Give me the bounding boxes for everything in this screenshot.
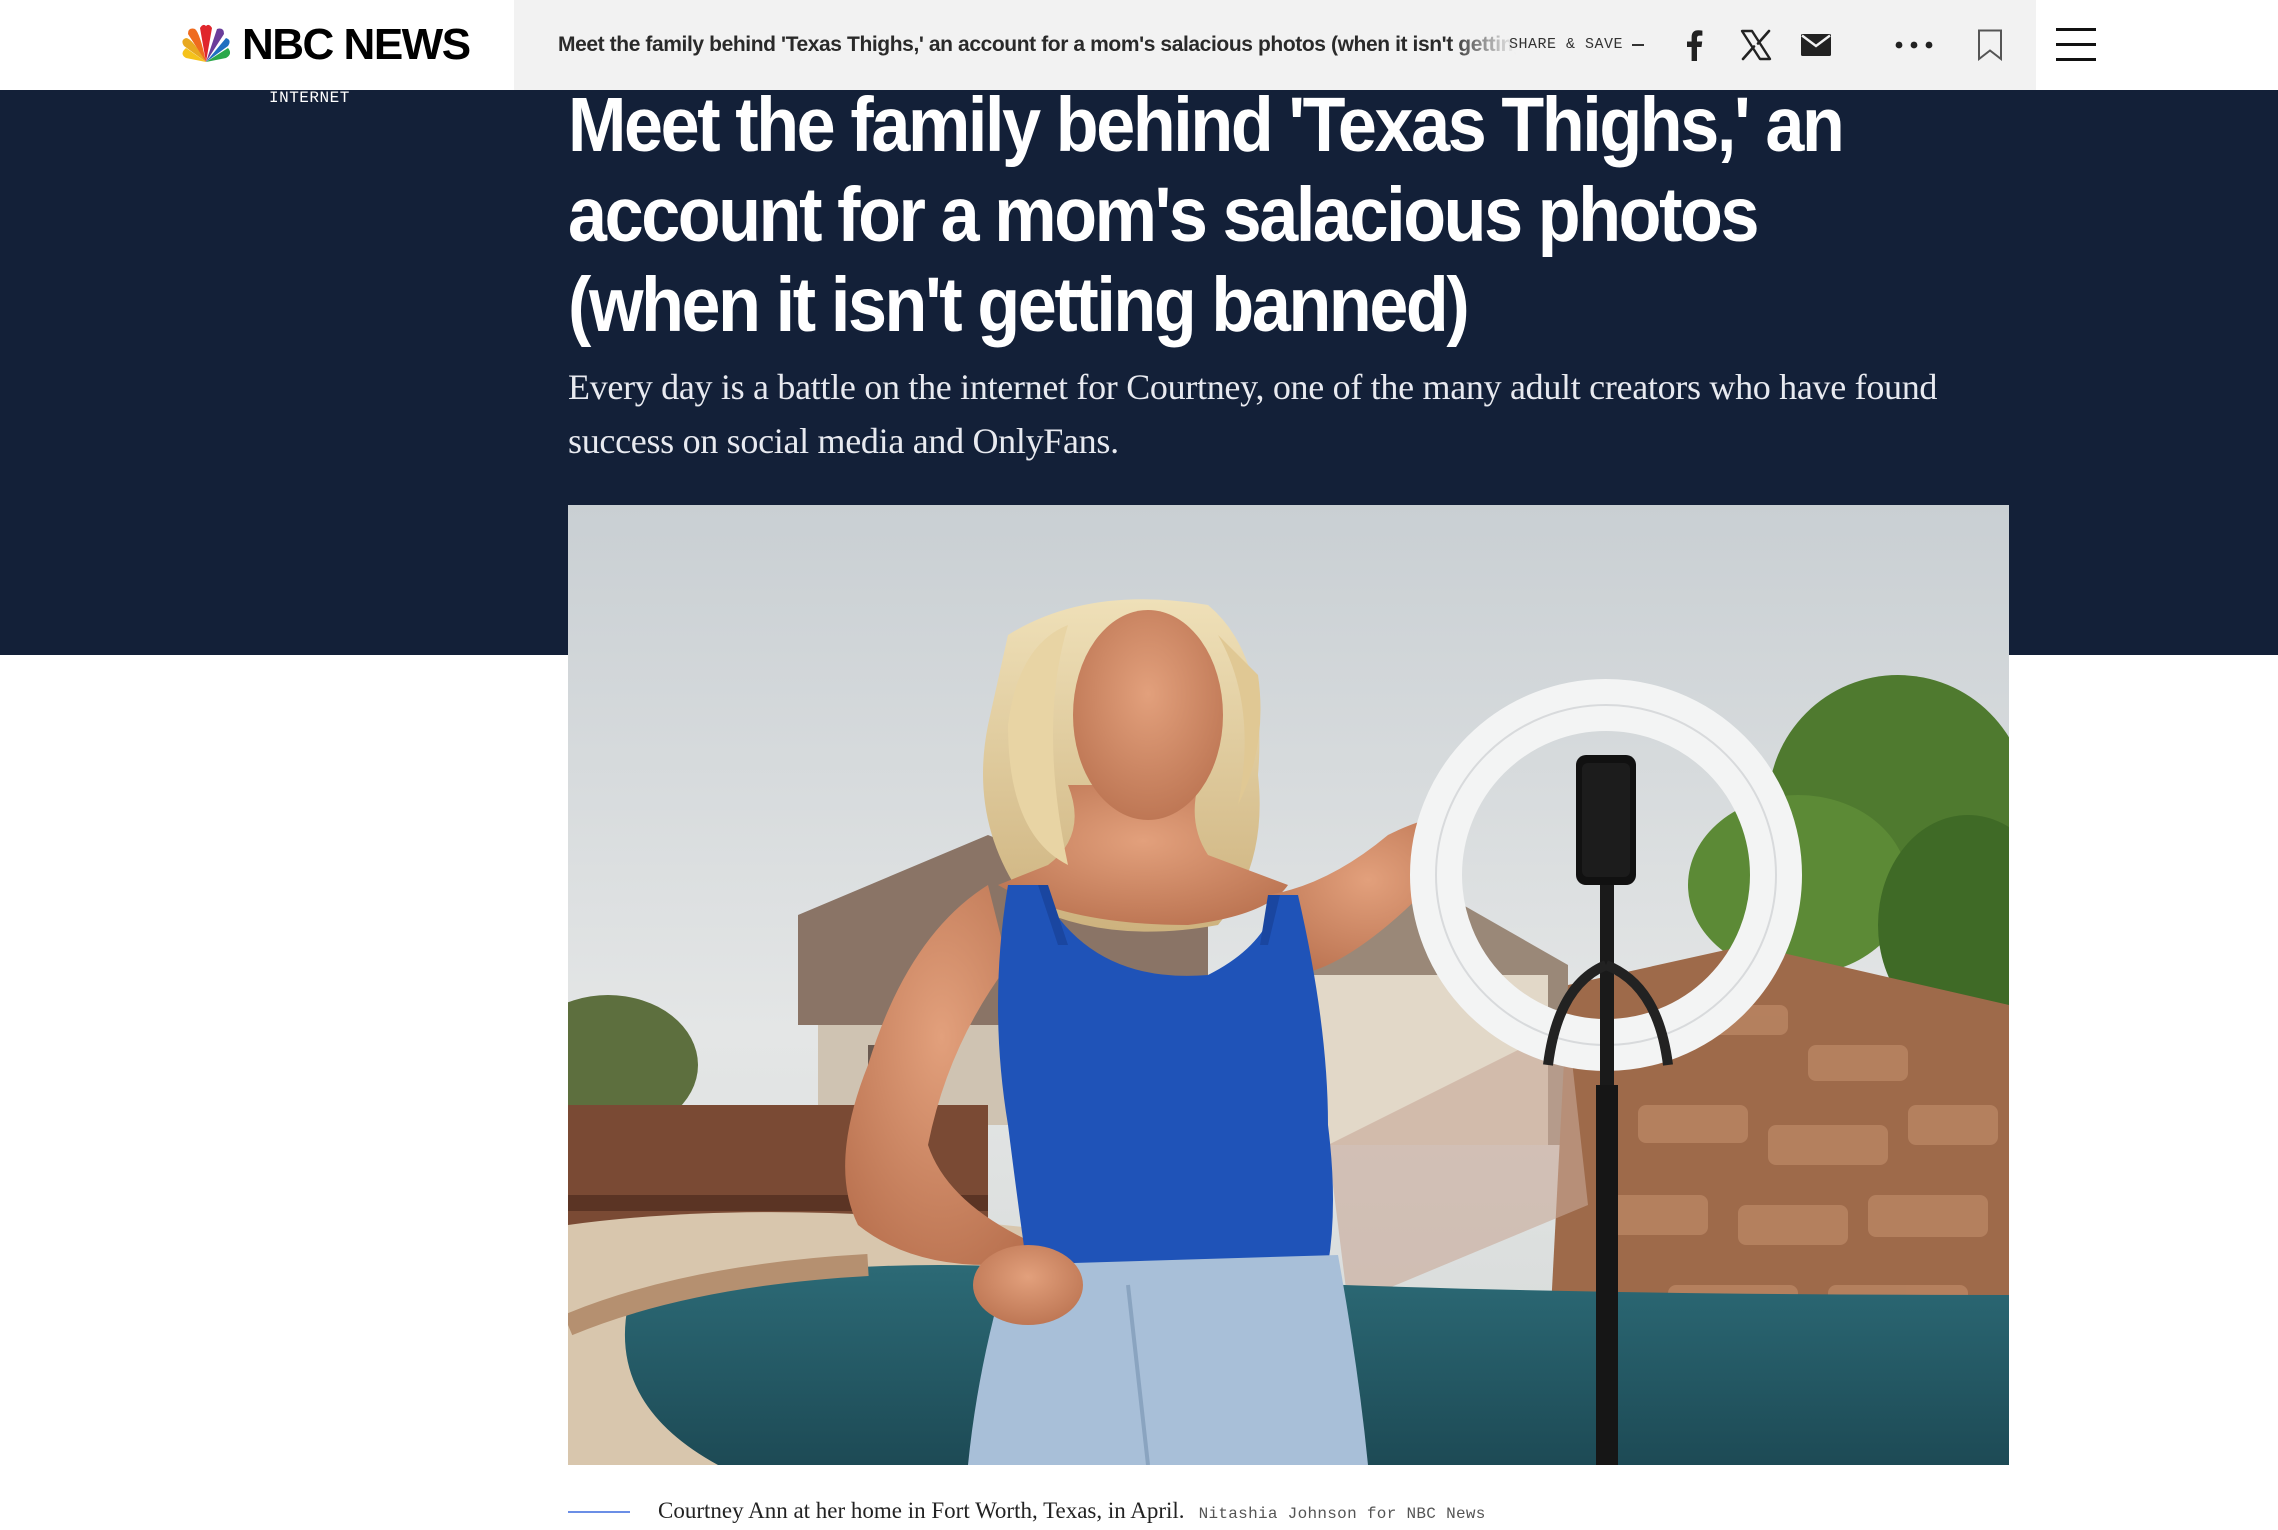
x-icon: [1740, 29, 1772, 61]
facebook-share-button[interactable]: [1674, 20, 1714, 70]
top-header: NBC NEWS Meet the family behind 'Texas T…: [0, 0, 2278, 90]
caption-rule: [568, 1511, 630, 1513]
more-icon: [1895, 41, 1933, 49]
hero-image: [568, 505, 2009, 1465]
x-share-button[interactable]: [1736, 20, 1776, 70]
save-bookmark-button[interactable]: [1970, 20, 2010, 70]
article-dek: Every day is a battle on the internet fo…: [568, 367, 1938, 461]
more-options-button[interactable]: [1884, 20, 1944, 70]
bookmark-icon: [1978, 29, 2002, 61]
caption-text: Courtney Ann at her home in Fort Worth, …: [658, 1498, 1185, 1523]
article-headline: Meet the family behind 'Texas Thighs,' a…: [568, 82, 1845, 348]
hero-photo: [568, 505, 2009, 1465]
logo-wordmark: NBC NEWS: [242, 20, 471, 69]
peacock-logo-icon: [182, 24, 231, 62]
hamburger-menu-icon[interactable]: [2056, 26, 2096, 64]
photo-credit: Nitashia Johnson for NBC News: [1198, 1505, 1486, 1523]
share-save-label: SHARE & SAVE: [1509, 36, 1624, 53]
share-dash-divider: [1632, 44, 1644, 46]
section-label[interactable]: INTERNET: [269, 89, 350, 107]
image-caption: Courtney Ann at her home in Fort Worth, …: [658, 1495, 1486, 1530]
share-bar: Meet the family behind 'Texas Thighs,' a…: [514, 0, 2036, 90]
menu-area: [2036, 0, 2278, 90]
email-share-button[interactable]: [1796, 20, 1836, 70]
sticky-headline: Meet the family behind 'Texas Thighs,' a…: [558, 33, 1516, 56]
logo[interactable]: NBC NEWS: [0, 0, 514, 90]
facebook-icon: [1687, 30, 1703, 61]
mail-icon: [1801, 34, 1831, 56]
